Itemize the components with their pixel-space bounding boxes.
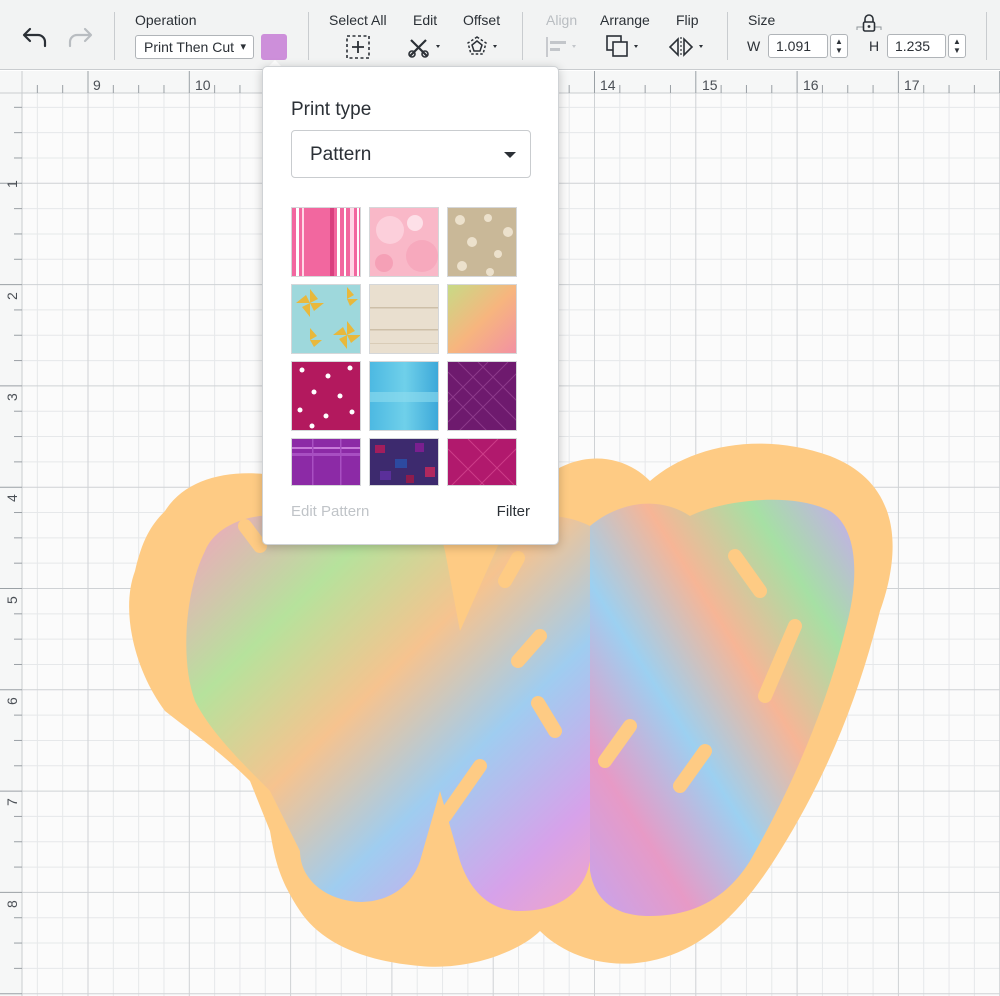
pattern-swatch-purple-crosshatch[interactable]: [447, 361, 517, 431]
toolbar-divider: [986, 12, 987, 60]
edit-tools-icon: [408, 39, 440, 58]
height-input[interactable]: 1.235: [887, 34, 946, 58]
operation-label: Operation: [135, 12, 197, 28]
offset-icon: [467, 36, 497, 55]
undo-button[interactable]: [18, 22, 52, 52]
ruler-y-label: 7: [4, 798, 20, 806]
ruler-y-label: 8: [4, 900, 20, 908]
align-icon: [546, 37, 576, 57]
ruler-x-label: 9: [93, 77, 101, 93]
beige-floral-pattern-icon: [448, 208, 516, 276]
pattern-swatch-magenta-dots[interactable]: [291, 361, 361, 431]
select-all-label: Select All: [329, 12, 387, 28]
ruler-x-label: 14: [600, 77, 616, 93]
pattern-swatch-pink-stripes[interactable]: [291, 207, 361, 277]
lock-aspect-button[interactable]: [855, 12, 883, 36]
pink-texture-pattern-icon: [370, 208, 438, 276]
ruler-y-label: 1: [4, 180, 20, 188]
size-label: Size: [748, 12, 776, 28]
pattern-swatch-magenta-crosshatch[interactable]: [447, 438, 517, 486]
print-type-value: Pattern: [310, 144, 372, 165]
step-down-icon: ▼: [953, 46, 961, 55]
ruler-vertical: [0, 71, 22, 996]
jewel-mosaic-pattern-icon: [370, 439, 438, 485]
step-up-icon: ▲: [835, 37, 843, 46]
ruler-x-label: 10: [195, 77, 211, 93]
step-up-icon: ▲: [953, 37, 961, 46]
align-button[interactable]: [544, 34, 584, 60]
offset-label: Offset: [463, 12, 501, 28]
pattern-swatch-purple-plaid[interactable]: [291, 438, 361, 486]
gradient-peach-pattern-icon: [448, 285, 516, 353]
pinwheel-pattern-icon: [292, 285, 360, 353]
pattern-swatch-blue-watercolor[interactable]: [369, 361, 439, 431]
purple-crosshatch-pattern-icon: [448, 362, 516, 430]
width-label: W: [747, 38, 761, 54]
chevron-down-icon: [504, 152, 516, 158]
ruler-y-label: 5: [4, 596, 20, 604]
toolbar-divider: [114, 12, 115, 60]
flip-button[interactable]: [668, 34, 710, 60]
print-type-select[interactable]: Pattern: [291, 130, 531, 178]
edit-pattern-link[interactable]: Edit Pattern: [291, 503, 369, 520]
toolbar-divider: [308, 12, 309, 60]
toolbar-divider: [727, 12, 728, 60]
select-all-button[interactable]: [344, 33, 372, 61]
blue-watercolor-pattern-icon: [370, 362, 438, 430]
popup-title: Print type: [291, 99, 372, 120]
flip-icon: [668, 37, 703, 57]
pattern-swatch-pinwheel[interactable]: [291, 284, 361, 354]
offset-button[interactable]: [465, 34, 503, 60]
edit-label: Edit: [413, 12, 438, 28]
height-stepper[interactable]: ▲ ▼: [948, 34, 966, 58]
arrange-label: Arrange: [600, 12, 650, 28]
pattern-swatch-jewel-mosaic[interactable]: [369, 438, 439, 486]
flip-label: Flip: [676, 12, 699, 28]
pink-stripes-pattern-icon: [292, 208, 360, 276]
lock-icon: [856, 14, 882, 32]
wood-grain-pattern-icon: [370, 285, 438, 353]
operation-color-swatch[interactable]: [261, 34, 287, 60]
width-stepper[interactable]: ▲ ▼: [830, 34, 848, 58]
top-toolbar: Operation Print Then Cut ▾ Select All Ed…: [0, 0, 1000, 70]
undo-icon: [22, 27, 47, 48]
magenta-dots-pattern-icon: [292, 362, 360, 430]
ruler-y-label: 4: [4, 494, 20, 502]
ruler-x-label: 15: [702, 77, 718, 93]
redo-button[interactable]: [63, 22, 97, 52]
pattern-swatch-pink-texture[interactable]: [369, 207, 439, 277]
pattern-swatch-wood-grain[interactable]: [369, 284, 439, 354]
pattern-swatch-beige-floral[interactable]: [447, 207, 517, 277]
ruler-x-label: 17: [904, 77, 920, 93]
purple-plaid-pattern-icon: [292, 439, 360, 485]
operation-value: Print Then Cut: [144, 39, 235, 55]
step-down-icon: ▼: [835, 46, 843, 55]
edit-button[interactable]: [406, 34, 446, 60]
arrange-button[interactable]: [605, 33, 645, 61]
filter-link[interactable]: Filter: [497, 503, 530, 520]
operation-select[interactable]: Print Then Cut ▾: [135, 35, 254, 59]
toolbar-divider: [522, 12, 523, 60]
pattern-swatch-gradient-peach[interactable]: [447, 284, 517, 354]
height-label: H: [869, 38, 880, 54]
ruler-x-label: 16: [803, 77, 819, 93]
align-label: Align: [546, 12, 578, 28]
arrange-icon: [606, 35, 638, 57]
ruler-y-label: 6: [4, 697, 20, 705]
redo-icon: [68, 27, 93, 48]
print-type-popup: Print type Pattern Edit Pattern Filter: [262, 66, 559, 545]
w-letter-right[interactable]: [590, 499, 855, 916]
width-input[interactable]: 1.091: [768, 34, 828, 58]
chevron-down-icon: ▾: [240, 41, 246, 53]
ruler-y-label: 3: [4, 393, 20, 401]
ruler-y-label: 2: [4, 292, 20, 300]
magenta-crosshatch-pattern-icon: [448, 439, 516, 485]
select-all-icon: [346, 35, 370, 59]
design-space-app: Operation Print Then Cut ▾ Select All Ed…: [0, 0, 1000, 996]
